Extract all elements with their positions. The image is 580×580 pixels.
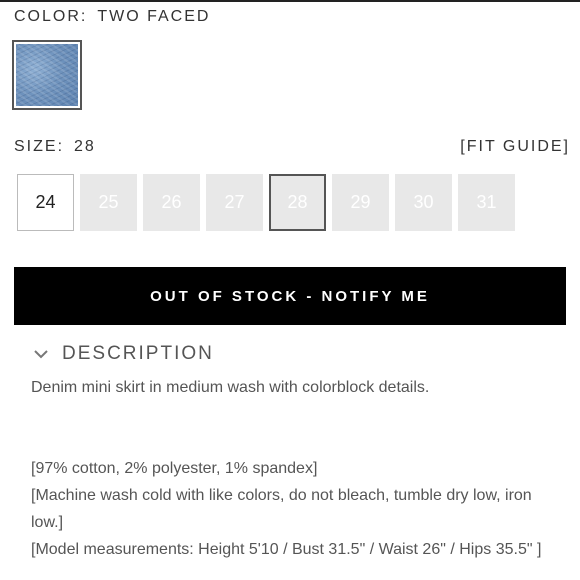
size-option-27[interactable]: 27 [206,174,263,231]
description-model: [Model measurements: Height 5'10 / Bust … [31,541,542,558]
color-label: COLOR: [14,8,88,25]
description-care: [Machine wash cold with like colors, do … [31,487,532,531]
color-value: TWO FACED [97,8,211,25]
description-material: [97% cotton, 2% polyester, 1% spandex] [31,460,318,477]
size-option-31[interactable]: 31 [458,174,515,231]
size-option-30[interactable]: 30 [395,174,452,231]
fit-guide-link[interactable]: [FIT GUIDE] [460,138,570,156]
size-value: 28 [74,138,96,155]
description-title: DESCRIPTION [62,343,214,364]
size-option-28[interactable]: 28 [269,174,326,231]
size-options: 24 25 26 27 28 29 30 31 [17,174,515,231]
top-divider [0,0,580,2]
description-summary: Denim mini skirt in medium wash with col… [31,379,430,396]
notify-me-button[interactable]: OUT OF STOCK - NOTIFY ME [14,267,566,325]
description-toggle[interactable]: DESCRIPTION [34,343,214,365]
size-option-29[interactable]: 29 [332,174,389,231]
chevron-down-icon [34,349,48,358]
size-label: SIZE: [14,138,65,155]
swatch-image [16,44,78,106]
size-selection: SIZE: 28 [14,138,96,156]
size-option-26[interactable]: 26 [143,174,200,231]
denim-swatch[interactable] [12,40,82,110]
size-option-24[interactable]: 24 [17,174,74,231]
description-body: Denim mini skirt in medium wash with col… [31,374,551,563]
color-selection: COLOR: TWO FACED [14,8,210,26]
size-option-25[interactable]: 25 [80,174,137,231]
